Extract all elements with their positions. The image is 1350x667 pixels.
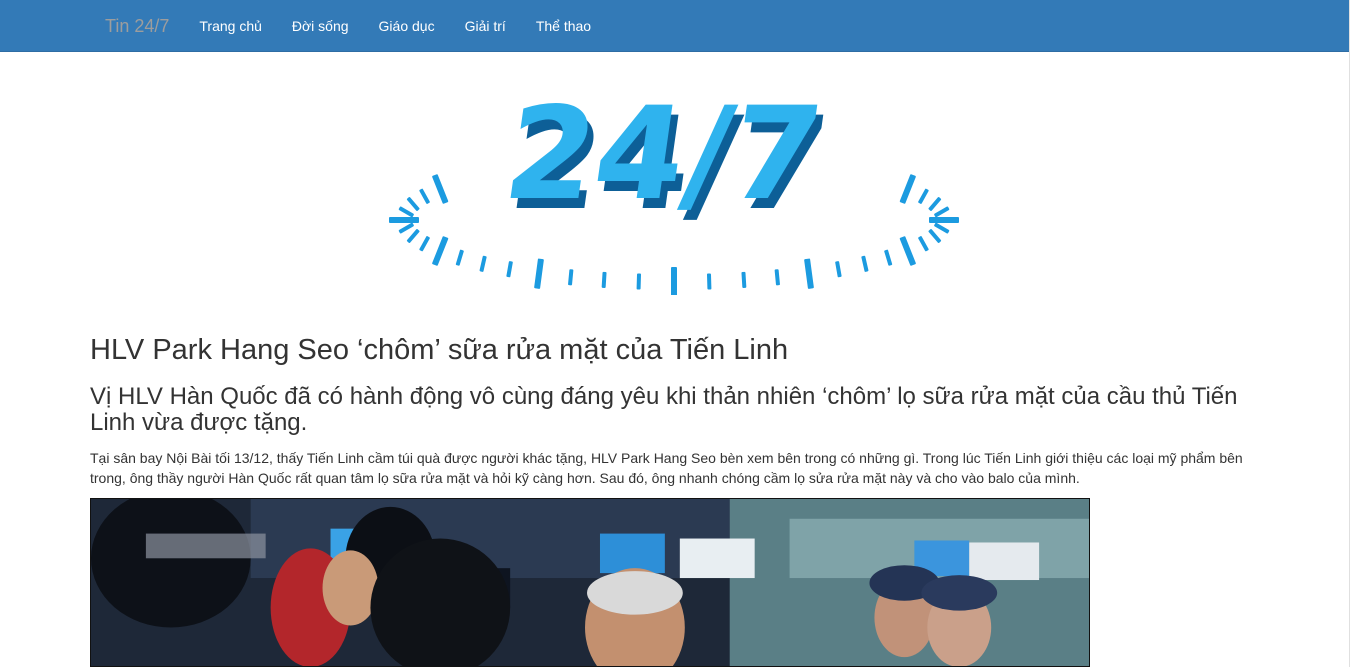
dial-tick xyxy=(706,273,712,290)
dial-tick xyxy=(432,236,449,266)
dial-tick xyxy=(835,261,842,278)
article-title: HLV Park Hang Seo ‘chôm’ sữa rửa mặt của… xyxy=(90,334,789,366)
dial-tick xyxy=(928,229,942,243)
dial-tick xyxy=(929,217,959,223)
dial-tick xyxy=(406,197,420,211)
navbar-brand[interactable]: Tin 24/7 xyxy=(105,16,169,37)
dial-tick xyxy=(419,236,430,252)
nav-item-giao-duc[interactable]: Giáo dục xyxy=(364,18,450,34)
dial-tick xyxy=(398,206,414,218)
nav-item-trang-chu[interactable]: Trang chủ xyxy=(184,18,277,34)
nav-item-giai-tri[interactable]: Giải trí xyxy=(450,18,521,34)
dial-tick xyxy=(432,174,449,204)
top-navbar: Tin 24/7 Trang chủ Đời sống Giáo dục Giả… xyxy=(0,0,1350,52)
dial-tick xyxy=(741,271,747,288)
dial-tick xyxy=(774,269,780,286)
dial-tick xyxy=(534,258,544,289)
dial-tick xyxy=(918,236,929,252)
dial-tick xyxy=(934,206,950,218)
dial-tick xyxy=(928,197,942,211)
nav-item-the-thao[interactable]: Thể thao xyxy=(521,18,606,34)
dial-tick xyxy=(804,258,814,289)
dial-tick xyxy=(671,267,677,295)
article: HLV Park Hang Seo ‘chôm’ sữa rửa mặt của… xyxy=(90,330,1255,488)
dial-tick xyxy=(455,249,464,266)
dial-tick xyxy=(506,261,513,278)
dial-tick xyxy=(398,222,414,234)
logo-text: 24/7 xyxy=(496,81,831,229)
dial-tick xyxy=(884,249,893,266)
article-photo xyxy=(90,498,1090,667)
article-body: Tại sân bay Nội Bài tối 13/12, thấy Tiến… xyxy=(90,450,1243,486)
dial-tick xyxy=(479,255,487,272)
dial-tick xyxy=(601,271,607,288)
article-summary: Vị HLV Hàn Quốc đã có hành động vô cùng … xyxy=(90,383,1238,436)
navbar-container: Tin 24/7 Trang chủ Đời sống Giáo dục Giả… xyxy=(90,0,606,52)
dial-tick xyxy=(389,217,419,223)
dial-tick xyxy=(568,269,574,286)
dial-tick xyxy=(419,188,430,204)
dial-tick xyxy=(636,273,642,290)
dial-tick xyxy=(934,222,950,234)
dial-tick xyxy=(899,174,916,204)
site-logo-24-7: 24/7 24/7 xyxy=(389,81,959,295)
dial-tick xyxy=(861,255,869,272)
dial-tick xyxy=(918,188,929,204)
dial-tick xyxy=(899,236,916,266)
dial-tick xyxy=(406,229,420,243)
nav-item-doi-song[interactable]: Đời sống xyxy=(277,18,364,34)
